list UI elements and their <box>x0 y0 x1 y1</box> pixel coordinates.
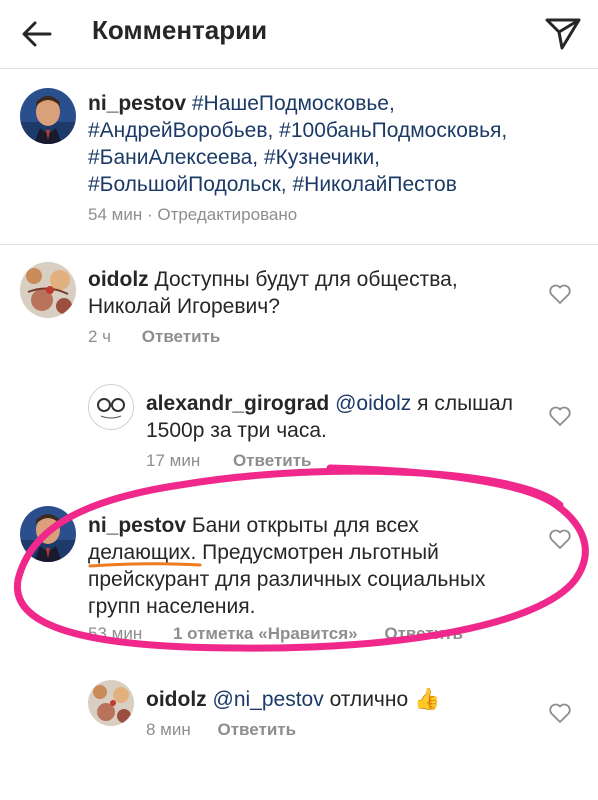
comment-meta: 53 мин 1 отметка «Нравится» Ответить <box>88 624 463 644</box>
caption-divider <box>0 244 598 245</box>
comment-text-cont: прейскурант для различных социальных <box>88 568 486 591</box>
like-heart-icon[interactable] <box>548 528 572 550</box>
caption-time: 54 мин <box>88 205 143 224</box>
comment-text: ni_pestov Бани открыты для всех <box>88 514 419 537</box>
caption-meta: 54 мин · Отредактировано <box>88 205 298 224</box>
reply-button[interactable]: Ответить <box>217 720 296 739</box>
underlined-word: делающих <box>88 541 191 564</box>
reply-text-cont: 1500р за три часа. <box>146 419 327 442</box>
like-heart-icon[interactable] <box>548 283 572 305</box>
send-icon[interactable] <box>543 14 583 52</box>
comment-text: oidolz Доступны будут для общества, <box>88 268 458 291</box>
reply-button[interactable]: Ответить <box>233 451 312 470</box>
likes-count[interactable]: 1 отметка «Нравится» <box>173 624 358 643</box>
reply-meta: 17 мин Ответить <box>146 451 312 471</box>
reply-username[interactable]: oidolz <box>146 688 207 711</box>
avatar[interactable] <box>20 262 76 318</box>
reply-username[interactable]: alexandr_girograd <box>146 392 329 415</box>
hashtag[interactable]: #НашеПодмосковье, <box>192 92 395 115</box>
caption-line-1: ni_pestov #НашеПодмосковье, <box>88 90 395 117</box>
hashtag[interactable]: #АндрейВоробьев, <box>88 119 273 142</box>
comment-time: 2 ч <box>88 327 112 346</box>
comment-username[interactable]: ni_pestov <box>88 514 186 537</box>
top-bar: Комментарии <box>0 0 598 68</box>
like-heart-icon[interactable] <box>548 702 572 724</box>
reply-text: oidolz @ni_pestov отлично 👍 <box>146 688 441 711</box>
hashtag[interactable]: #Кузнечики, <box>264 146 380 169</box>
comment-time: 53 мин <box>88 624 143 643</box>
avatar[interactable] <box>88 680 134 726</box>
back-arrow-icon[interactable] <box>20 18 54 50</box>
page-title: Комментарии <box>92 15 268 45</box>
avatar[interactable] <box>20 88 76 144</box>
caption-line-2: #АндрейВоробьев, #100баньПодмосковья, <box>88 117 507 144</box>
mention-link[interactable]: @ni_pestov <box>213 688 324 711</box>
header-divider <box>0 68 598 69</box>
caption-username[interactable]: ni_pestov <box>88 92 186 115</box>
avatar[interactable] <box>20 506 76 562</box>
caption-edited: Отредактировано <box>157 205 298 224</box>
comment-text-cont: делающих. Предусмотрен льготный <box>88 541 439 564</box>
like-heart-icon[interactable] <box>548 405 572 427</box>
reply-button[interactable]: Ответить <box>384 624 463 643</box>
comment-text-cont: Николай Игоревич? <box>88 295 280 318</box>
comment-text-cont: групп населения. <box>88 595 256 618</box>
hashtag[interactable]: #БаниАлексеева, <box>88 146 258 169</box>
thumbs-up-icon: 👍 <box>413 688 441 711</box>
hashtag[interactable]: #100баньПодмосковья, <box>279 119 507 142</box>
caption-line-4: #БольшойПодольск, #НиколайПестов <box>88 171 457 198</box>
reply-button[interactable]: Ответить <box>142 327 221 346</box>
reply-text: alexandr_girograd @oidolz я слышал <box>146 392 513 415</box>
mention-link[interactable]: @oidolz <box>335 392 411 415</box>
reply-meta: 8 мин Ответить <box>146 720 296 740</box>
comment-username[interactable]: oidolz <box>88 268 149 291</box>
hashtag[interactable]: #БольшойПодольск, <box>88 173 287 196</box>
hashtag[interactable]: #НиколайПестов <box>292 173 456 196</box>
avatar[interactable] <box>88 384 134 430</box>
comment-meta: 2 ч Ответить <box>88 327 220 347</box>
reply-time: 8 мин <box>146 720 191 739</box>
reply-time: 17 мин <box>146 451 201 470</box>
caption-line-3: #БаниАлексеева, #Кузнечики, <box>88 144 380 171</box>
